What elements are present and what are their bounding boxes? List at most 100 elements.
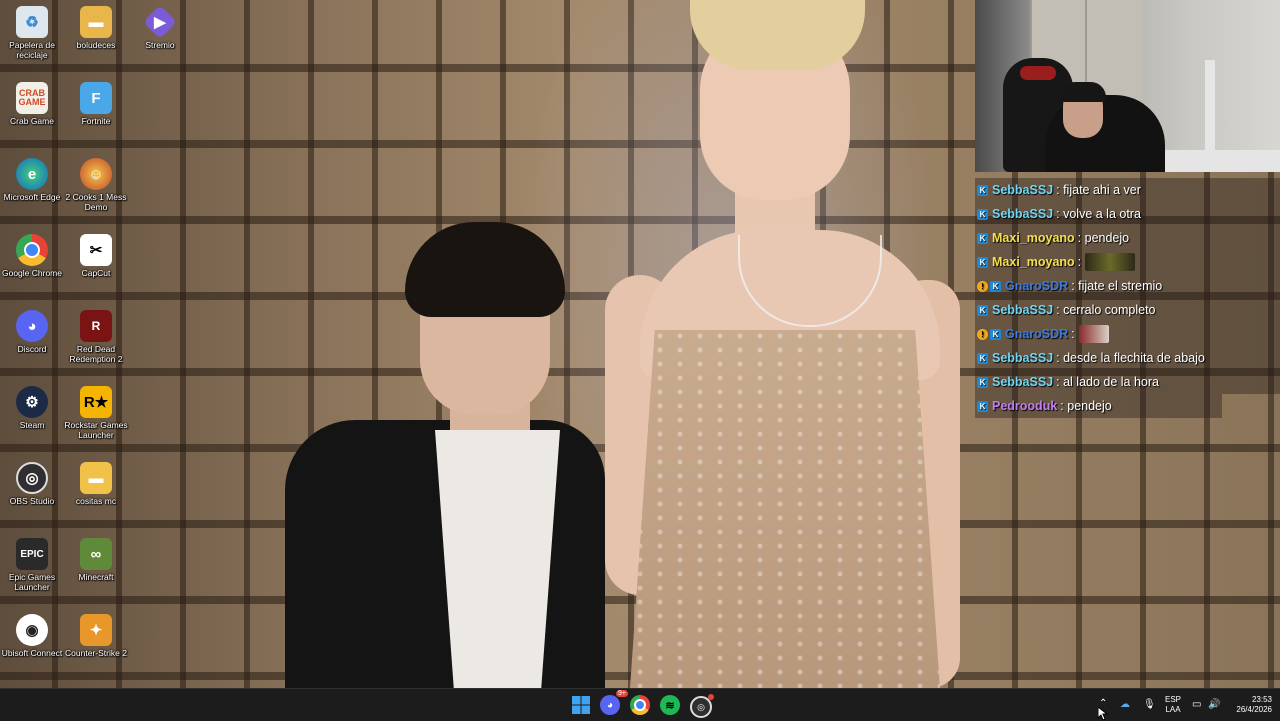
taskbar-spotify-button[interactable]: ≋ [660, 695, 680, 715]
chat-emote-image [1085, 253, 1136, 271]
desktop-icon-google-chrome[interactable]: Google Chrome [0, 230, 64, 278]
onedrive-icon[interactable]: ☁ [1120, 699, 1130, 710]
epic-games-icon: EPIC [16, 538, 48, 570]
chat-username: SebbaSSJ [992, 207, 1054, 221]
chat-username: Maxi_moyano [992, 231, 1075, 245]
desktop-icon-ubisoft-connect[interactable]: ◉ Ubisoft Connect [0, 610, 64, 658]
desktop-icon-capcut[interactable]: ✂ CapCut [64, 230, 128, 278]
webcam-streamer-hair [1060, 82, 1106, 102]
recycle-bin-icon: ♻ [16, 6, 48, 38]
chat-message: K Maxi_moyano : [975, 250, 1280, 274]
desktop-icon-2-cooks-1-mess[interactable]: ☺ 2 Cooks 1 Mess Demo [64, 154, 128, 212]
edge-icon: e [16, 158, 48, 190]
chat-overlay: K SebbaSSJ : fijate ahi a ver K SebbaSSJ… [975, 178, 1280, 418]
desktop-icon-discord[interactable]: ◕ Discord [0, 306, 64, 354]
chat-text: : [1071, 327, 1075, 341]
ubisoft-icon: ◉ [16, 614, 48, 646]
desktop-icon-counter-strike-2[interactable]: ✦ Counter-Strike 2 [64, 610, 128, 658]
chat-text: : desde la flechita de abajo [1056, 351, 1205, 365]
cs2-icon: ✦ [80, 614, 112, 646]
desktop-icon-epic-games-launcher[interactable]: EPIC Epic Games Launcher [0, 534, 64, 592]
kick-badge-icon: K [977, 208, 988, 220]
chat-text: : pendejo [1077, 231, 1130, 245]
taskbar-chrome-button[interactable] [630, 695, 650, 715]
folder-icon: ▬ [80, 6, 112, 38]
clock-date: 26/4/2026 [1236, 705, 1272, 714]
obs-icon: ◎ [16, 462, 48, 494]
kick-badge-icon: K [990, 328, 1001, 340]
chrome-icon [16, 234, 48, 266]
discord-icon: ◕ [16, 310, 48, 342]
minecraft-icon: ∞ [80, 538, 112, 570]
desktop-icon-boludeces[interactable]: ▬ boludeces [64, 2, 128, 50]
wallpaper-woman-hair [690, 0, 865, 70]
rdr2-icon: R [80, 310, 112, 342]
desktop-icon-fortnite[interactable]: F Fortnite [64, 78, 128, 126]
desktop-icon-recycle-bin[interactable]: ♻ Papelera de reciclaje [0, 2, 64, 60]
desktop-icon-microsoft-edge[interactable]: e Microsoft Edge [0, 154, 64, 202]
kick-badge-icon: K [977, 376, 988, 388]
desktop-icon-steam[interactable]: ⚙ Steam [0, 382, 64, 430]
taskbar-discord-button[interactable]: ◕ 9+ [600, 690, 628, 715]
notification-badge: 9+ [616, 690, 628, 697]
wallpaper-man-shirt [435, 430, 560, 688]
desktop-icon-cositas-mc[interactable]: ▬ cositas mc [64, 458, 128, 506]
chat-username: Pedrooduk [992, 399, 1058, 413]
kick-badge-icon: K [977, 232, 988, 244]
start-button[interactable] [570, 694, 592, 716]
webcam-chair-accent [1020, 66, 1056, 80]
chat-message: K Maxi_moyano : pendejo [975, 226, 1280, 250]
microphone-icon[interactable]: 🎙 [1143, 699, 1156, 710]
capcut-icon: ✂ [80, 234, 112, 266]
clock-time: 23:53 [1251, 695, 1272, 704]
discord-icon: ◕ [606, 699, 614, 711]
chat-text: : fijate el stremio [1071, 279, 1163, 293]
recording-indicator-icon [708, 694, 714, 700]
folder-icon: ▬ [80, 462, 112, 494]
kick-badge-icon: K [977, 304, 988, 316]
stremio-icon: ▶ [143, 5, 177, 39]
game-icon: ☺ [80, 158, 112, 190]
chat-username: SebbaSSJ [992, 183, 1054, 197]
chat-username: Maxi_moyano [992, 255, 1075, 269]
wallpaper-woman-dress [630, 330, 940, 688]
desktop-icon-red-dead-redemption-2[interactable]: R Red Dead Redemption 2 [64, 306, 128, 364]
fortnite-icon: F [80, 82, 112, 114]
chrome-icon [634, 699, 646, 711]
chat-text: : [1077, 255, 1082, 269]
taskbar-clock[interactable]: 23:53 26/4/2026 [1222, 695, 1272, 715]
chat-text: : al lado de la hora [1056, 375, 1159, 389]
taskbar: ◕ 9+ ≋ ◎ ⌃ ☁ 🎙 ESP LAA ▭ 🔊 23:53 26/4/20… [0, 688, 1280, 721]
desktop-icon-crab-game[interactable]: CRAB GAME Crab Game [0, 78, 64, 126]
desktop-icon-rockstar-games-launcher[interactable]: R★ Rockstar Games Launcher [64, 382, 128, 440]
chat-username: SebbaSSJ [992, 303, 1054, 317]
webcam-lamp [1205, 60, 1215, 150]
chat-emote-image [1078, 325, 1109, 343]
chat-text: : cerralo completo [1056, 303, 1156, 317]
language-code: ESP [1164, 695, 1181, 704]
chat-username: GnaroSDR [1005, 327, 1069, 341]
webcam-overlay [975, 0, 1280, 172]
desktop-icon-obs-studio[interactable]: ◎ OBS Studio [0, 458, 64, 506]
input-language-indicator[interactable]: ESP LAA [1162, 695, 1184, 715]
chat-text: : fijate ahi a ver [1056, 183, 1141, 197]
warning-badge-icon: ! [977, 280, 988, 292]
chat-text: : volve a la otra [1056, 207, 1141, 221]
obs-icon: ◎ [697, 701, 705, 712]
desktop-icon-minecraft[interactable]: ∞ Minecraft [64, 534, 128, 582]
steam-icon: ⚙ [16, 386, 48, 418]
spotify-icon: ≋ [665, 699, 675, 712]
taskbar-obs-button[interactable]: ◎ [690, 694, 714, 718]
kick-badge-icon: K [990, 280, 1001, 292]
chat-message: K SebbaSSJ : volve a la otra [975, 202, 1280, 226]
chat-message: K SebbaSSJ : cerralo completo [975, 298, 1280, 322]
keyboard-layout-code: LAA [1165, 705, 1181, 714]
chat-username: SebbaSSJ [992, 351, 1054, 365]
mouse-cursor-icon [1098, 707, 1108, 721]
network-icon[interactable]: ▭ [1192, 699, 1201, 710]
kick-badge-icon: K [977, 352, 988, 364]
volume-icon[interactable]: 🔊 [1208, 699, 1220, 710]
rockstar-icon: R★ [80, 386, 112, 418]
desktop-icon-stremio[interactable]: ▶ Stremio [128, 2, 192, 50]
chat-username: GnaroSDR [1005, 279, 1069, 293]
